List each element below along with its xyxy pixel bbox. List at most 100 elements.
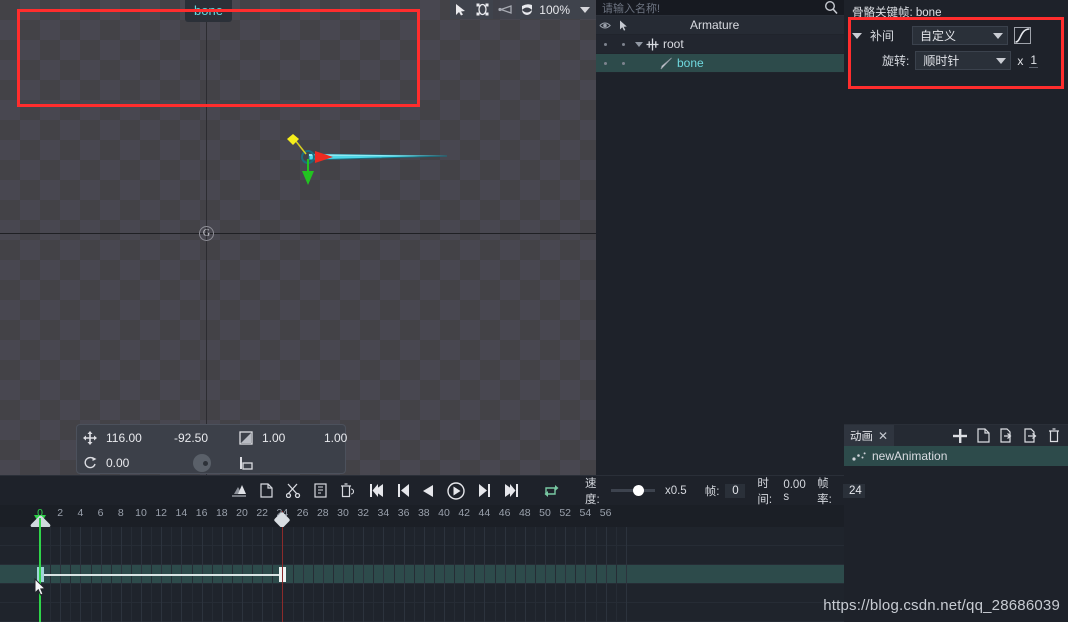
visibility-dot[interactable] bbox=[596, 61, 614, 65]
eye-icon[interactable] bbox=[596, 21, 614, 30]
timeline-toolbar: 速度: x0.5 帧: 0 时间: 0.00 s 帧率: 24 bbox=[0, 475, 865, 506]
ruler-tick-label: 12 bbox=[155, 507, 168, 519]
step-back-icon[interactable] bbox=[398, 484, 410, 497]
visibility-dot[interactable] bbox=[596, 42, 614, 46]
hierarchy-tree: Armature root bone bbox=[596, 16, 844, 73]
ruler-tick-label: 8 bbox=[117, 507, 124, 519]
timeline-gridline bbox=[312, 527, 314, 622]
hierarchy-search[interactable]: 请输入名称! bbox=[596, 0, 844, 16]
bounding-box-icon[interactable] bbox=[472, 0, 494, 19]
play-back-icon[interactable] bbox=[423, 484, 434, 497]
trash-icon[interactable] bbox=[1048, 428, 1060, 443]
timeline-track-row[interactable] bbox=[0, 603, 844, 622]
ruler-tick-label: 14 bbox=[175, 507, 188, 519]
viewport-canvas[interactable]: G 100% bone 116.00 -92.50 1.00 1.00 0.00 bbox=[0, 0, 596, 475]
lock-dot[interactable] bbox=[614, 61, 632, 65]
tree-item-armature[interactable]: Armature bbox=[596, 16, 844, 35]
timeline-gridline bbox=[575, 527, 577, 622]
play-icon[interactable] bbox=[447, 481, 465, 500]
rotate-multiplier-value[interactable]: 1 bbox=[1029, 53, 1039, 68]
tab-animation-label: 动画 bbox=[850, 430, 873, 443]
tab-animation[interactable]: 动画 ✕ bbox=[844, 425, 895, 446]
translate-x-value[interactable]: 116.00 bbox=[103, 431, 171, 445]
bone-icon[interactable] bbox=[494, 0, 515, 19]
timeline-gridline bbox=[444, 527, 445, 622]
chevron-down-icon[interactable] bbox=[574, 0, 595, 19]
chevron-down-icon[interactable] bbox=[632, 41, 646, 47]
timeline-gridline bbox=[625, 527, 627, 622]
tree-item-root[interactable]: root bbox=[596, 35, 844, 54]
timeline-gridline bbox=[555, 527, 557, 622]
scale-icon bbox=[233, 430, 259, 445]
tree-item-bone[interactable]: bone bbox=[596, 54, 844, 73]
tree-item-label: bone bbox=[677, 56, 704, 70]
loop-icon[interactable] bbox=[544, 484, 559, 498]
lock-dot[interactable] bbox=[614, 42, 632, 46]
timeline-ruler[interactable]: 0246810121416182022242628303234363840424… bbox=[0, 505, 844, 537]
keyframe-indicator-line bbox=[282, 527, 284, 622]
timeline-gridline bbox=[534, 527, 536, 622]
rotate-select[interactable]: 顺时针 bbox=[915, 51, 1012, 70]
watermark: https://blog.csdn.net/qq_28686039 bbox=[823, 597, 1060, 614]
speed-slider[interactable] bbox=[610, 485, 655, 496]
skip-start-icon[interactable] bbox=[370, 484, 385, 497]
properties-title: 骨骼关键帧: bone bbox=[852, 7, 942, 19]
paste-icon[interactable] bbox=[314, 483, 327, 498]
selected-bone-badge: bone bbox=[185, 0, 232, 22]
plus-icon[interactable] bbox=[953, 428, 967, 443]
import-icon[interactable] bbox=[1000, 428, 1014, 443]
scale-y-value[interactable]: 1.00 bbox=[321, 431, 383, 445]
frame-value[interactable]: 0 bbox=[725, 483, 746, 498]
keyframe-connector bbox=[40, 574, 283, 576]
ruler-tick-label: 20 bbox=[236, 507, 248, 519]
close-icon[interactable]: ✕ bbox=[878, 429, 888, 443]
chevron-down-icon bbox=[993, 32, 1004, 39]
tween-select[interactable]: 自定义 bbox=[912, 26, 1009, 45]
export-icon[interactable] bbox=[1024, 428, 1038, 443]
pointer-icon[interactable] bbox=[614, 20, 632, 31]
timeline-track-row[interactable] bbox=[0, 527, 844, 546]
timeline-edit-tools bbox=[231, 483, 354, 498]
timeline-gridline bbox=[302, 527, 304, 622]
ruler-tick-label: 6 bbox=[97, 507, 104, 519]
timeline-gridline bbox=[514, 527, 516, 622]
scissors-icon[interactable] bbox=[286, 483, 301, 498]
tween-label: 补间 bbox=[870, 29, 895, 43]
rotation-dial[interactable] bbox=[171, 453, 233, 472]
timeline-gridline bbox=[373, 527, 375, 622]
fps-value[interactable]: 24 bbox=[843, 483, 865, 498]
rotation-value[interactable]: 0.00 bbox=[103, 456, 171, 470]
timeline-gridline bbox=[292, 527, 294, 622]
chevron-down-icon[interactable] bbox=[850, 32, 864, 39]
copy-icon[interactable] bbox=[260, 483, 273, 498]
timeline[interactable]: 0246810121416182022242628303234363840424… bbox=[0, 505, 844, 622]
timeline-gridline bbox=[474, 527, 476, 622]
mouse-cursor bbox=[34, 578, 48, 598]
bone-icon bbox=[660, 57, 673, 70]
copy-icon[interactable] bbox=[977, 428, 990, 443]
speed-value: x0.5 bbox=[664, 484, 687, 497]
animation-list-item[interactable]: newAnimation bbox=[844, 446, 1068, 466]
animation-panel: 动画 ✕ newAnimation bbox=[844, 424, 1068, 622]
cursor-icon[interactable] bbox=[450, 0, 472, 19]
onion-skin-icon[interactable] bbox=[231, 483, 247, 498]
timeline-track-row[interactable] bbox=[0, 546, 844, 565]
rotate-icon bbox=[77, 456, 103, 470]
ruler-tick-label: 22 bbox=[256, 507, 269, 519]
ruler-tick-label: 34 bbox=[377, 507, 390, 519]
bone-gizmo[interactable] bbox=[283, 126, 463, 186]
timeline-track-row[interactable] bbox=[0, 584, 844, 603]
step-forward-icon[interactable] bbox=[478, 484, 490, 497]
zoom-control[interactable]: 100% bbox=[516, 0, 574, 19]
search-icon[interactable] bbox=[824, 0, 838, 15]
curve-icon[interactable] bbox=[1014, 27, 1032, 44]
scale-x-value[interactable]: 1.00 bbox=[259, 431, 321, 445]
skip-end-icon[interactable] bbox=[503, 484, 518, 497]
playhead-line-top bbox=[39, 518, 41, 527]
translate-y-value[interactable]: -92.50 bbox=[171, 431, 233, 445]
timeline-tracks[interactable] bbox=[0, 527, 844, 622]
ruler-tick-label: 48 bbox=[518, 507, 531, 519]
trash-icon[interactable] bbox=[340, 483, 354, 498]
timeline-playback-controls bbox=[370, 481, 559, 500]
ruler-tick-label: 28 bbox=[316, 507, 329, 519]
